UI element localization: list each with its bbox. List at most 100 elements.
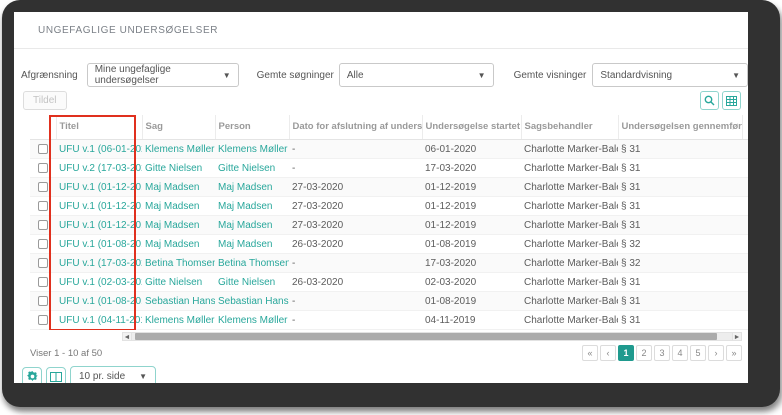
screenshot-stage: UNGEFAGLIGE UNDERSØGELSER Afgrænsning Mi… <box>0 0 782 415</box>
cell-titel[interactable]: UFU v.1 (01-08-2019) <box>56 234 142 254</box>
page-button-»[interactable]: » <box>726 345 742 361</box>
cell-titel[interactable]: UFU v.1 (02-03-2020) <box>56 272 142 292</box>
afgraensning-select[interactable]: Mine ungefaglige undersøgelser ▼ <box>86 63 239 87</box>
column-header-sag[interactable]: Sag <box>141 115 215 140</box>
page-button-›[interactable]: › <box>708 345 724 361</box>
cell-titel[interactable]: UFU v.2 (17-03-2020) <box>56 158 142 178</box>
page-button-‹[interactable]: ‹ <box>600 345 616 361</box>
cell-sag[interactable]: Maj Madsen <box>142 215 215 235</box>
cell-afslutning: 26-03-2020 <box>289 234 422 254</box>
cell-person[interactable]: Maj Madsen <box>215 215 289 235</box>
scrollbar-thumb[interactable] <box>135 332 717 340</box>
page-button-5[interactable]: 5 <box>690 345 706 361</box>
cell-startet: 01-12-2019 <box>422 215 521 235</box>
row-checkbox[interactable] <box>38 295 48 306</box>
cell-startet: 02-03-2020 <box>422 272 521 292</box>
row-checkbox[interactable] <box>38 257 48 268</box>
chevron-down-icon: ▼ <box>732 70 740 80</box>
chevron-down-icon: ▼ <box>222 70 231 80</box>
column-header-titel[interactable]: Titel <box>55 115 142 140</box>
cell-person[interactable]: Sebastian Hansen <box>215 291 289 311</box>
row-checkbox[interactable] <box>38 238 48 249</box>
cell-sagsbehandler: Charlotte Marker-Balenda <box>521 139 618 159</box>
cell-person[interactable]: Maj Madsen <box>215 196 289 216</box>
cell-sagsbehandler: Charlotte Marker-Balenda <box>521 196 618 216</box>
cell-truncated <box>742 196 748 216</box>
cell-sag[interactable]: Maj Madsen <box>142 177 215 197</box>
cell-person[interactable]: Betina Thomsen <box>215 253 289 273</box>
page-title: UNGEFAGLIGE UNDERSØGELSER <box>38 24 219 36</box>
scroll-left-icon[interactable]: ◄ <box>122 331 132 341</box>
row-checkbox[interactable] <box>38 162 48 173</box>
cell-titel[interactable]: UFU v.1 (01-08-2019) <box>56 291 142 311</box>
grid-view-button[interactable] <box>722 91 741 110</box>
cell-sag[interactable]: Klemens Møller <box>142 139 215 159</box>
cell-person[interactable]: Gitte Nielsen <box>215 272 289 292</box>
page-button-4[interactable]: 4 <box>672 345 688 361</box>
gemte-soegninger-select[interactable]: Alle ▼ <box>338 63 494 87</box>
cell-sag[interactable]: Sebastian Hansen <box>142 291 215 311</box>
column-header-sagsbehandler[interactable]: Sagsbehandler <box>520 115 618 140</box>
page-button-2[interactable]: 2 <box>636 345 652 361</box>
cell-person[interactable]: Maj Madsen <box>215 177 289 197</box>
cell-sagsbehandler: Charlotte Marker-Balenda <box>521 215 618 235</box>
row-checkbox[interactable] <box>38 200 48 211</box>
column-header-gennemfoert[interactable]: Undersøgelsen gennemført efter <box>617 115 742 140</box>
cell-sag[interactable]: Betina Thomsen <box>142 253 215 273</box>
cell-truncated <box>742 253 748 273</box>
cell-startet: 06-01-2020 <box>422 139 521 159</box>
settings-button[interactable] <box>22 366 42 383</box>
scrollbar-track[interactable] <box>132 331 732 341</box>
table-header-row: Titel Sag Person Dato for afslutning af und… <box>30 115 748 140</box>
cell-sag[interactable]: Gitte Nielsen <box>142 158 215 178</box>
cell-gennemfoert: § 31 <box>618 310 742 330</box>
row-checkbox[interactable] <box>38 314 48 325</box>
scroll-right-icon[interactable]: ► <box>732 331 742 341</box>
columns-button[interactable] <box>46 366 66 383</box>
gemte-visninger-select[interactable]: Standardvisning ▼ <box>592 63 748 87</box>
tildel-button[interactable]: Tildel <box>23 91 67 110</box>
cell-person[interactable]: Klemens Møller <box>215 139 289 159</box>
horizontal-scrollbar[interactable]: ◄ ► <box>122 331 742 341</box>
row-checkbox[interactable] <box>38 181 48 192</box>
page-size-select[interactable]: 10 pr. side ▼ <box>70 366 157 383</box>
cell-titel[interactable]: UFU v.1 (01-12-2019) <box>56 196 142 216</box>
row-checkbox[interactable] <box>38 219 48 230</box>
cell-person[interactable]: Gitte Nielsen <box>215 158 289 178</box>
page-button-3[interactable]: 3 <box>654 345 670 361</box>
checkbox-cell <box>30 291 56 311</box>
cell-titel[interactable]: UFU v.1 (01-12-2019) <box>56 215 142 235</box>
column-header-startet[interactable]: Undersøgelse startet dato <box>421 115 521 140</box>
cell-sag[interactable]: Maj Madsen <box>142 234 215 254</box>
cell-afslutning: 27-03-2020 <box>289 196 422 216</box>
cell-afslutning: - <box>289 158 422 178</box>
cell-truncated <box>742 215 748 235</box>
cell-truncated <box>742 139 748 159</box>
cell-sag[interactable]: Maj Madsen <box>142 196 215 216</box>
gear-icon <box>26 371 38 382</box>
table-body: UFU v.1 (06-01-2020)Klemens MøllerKlemen… <box>30 139 748 330</box>
header-checkbox-cell <box>30 115 56 140</box>
row-checkbox[interactable] <box>38 143 48 154</box>
search-button[interactable] <box>700 91 719 110</box>
row-checkbox[interactable] <box>38 276 48 287</box>
column-header-truncated <box>741 115 748 140</box>
column-header-afslutning[interactable]: Dato for afslutning af undersøgelsen <box>288 115 422 140</box>
cell-afslutning: - <box>289 291 422 311</box>
cell-sag[interactable]: Gitte Nielsen <box>142 272 215 292</box>
cell-titel[interactable]: UFU v.1 (01-12-2019) <box>56 177 142 197</box>
cell-titel[interactable]: UFU v.1 (04-11-2019) <box>56 310 142 330</box>
table-row: UFU v.1 (01-08-2019)Maj MadsenMaj Madsen… <box>30 234 748 254</box>
cell-person[interactable]: Klemens Møller <box>215 310 289 330</box>
cell-titel[interactable]: UFU v.1 (06-01-2020) <box>56 139 142 159</box>
cell-titel[interactable]: UFU v.1 (17-03-2020) <box>56 253 142 273</box>
column-header-person[interactable]: Person <box>214 115 289 140</box>
cell-sag[interactable]: Klemens Møller <box>142 310 215 330</box>
page-button-1[interactable]: 1 <box>618 345 634 361</box>
page-button-«[interactable]: « <box>582 345 598 361</box>
cell-person[interactable]: Maj Madsen <box>215 234 289 254</box>
cell-startet: 01-08-2019 <box>422 234 521 254</box>
cell-afslutning: - <box>289 253 422 273</box>
cell-afslutning: 27-03-2020 <box>289 177 422 197</box>
cell-sagsbehandler: Charlotte Marker-Balenda <box>521 177 618 197</box>
